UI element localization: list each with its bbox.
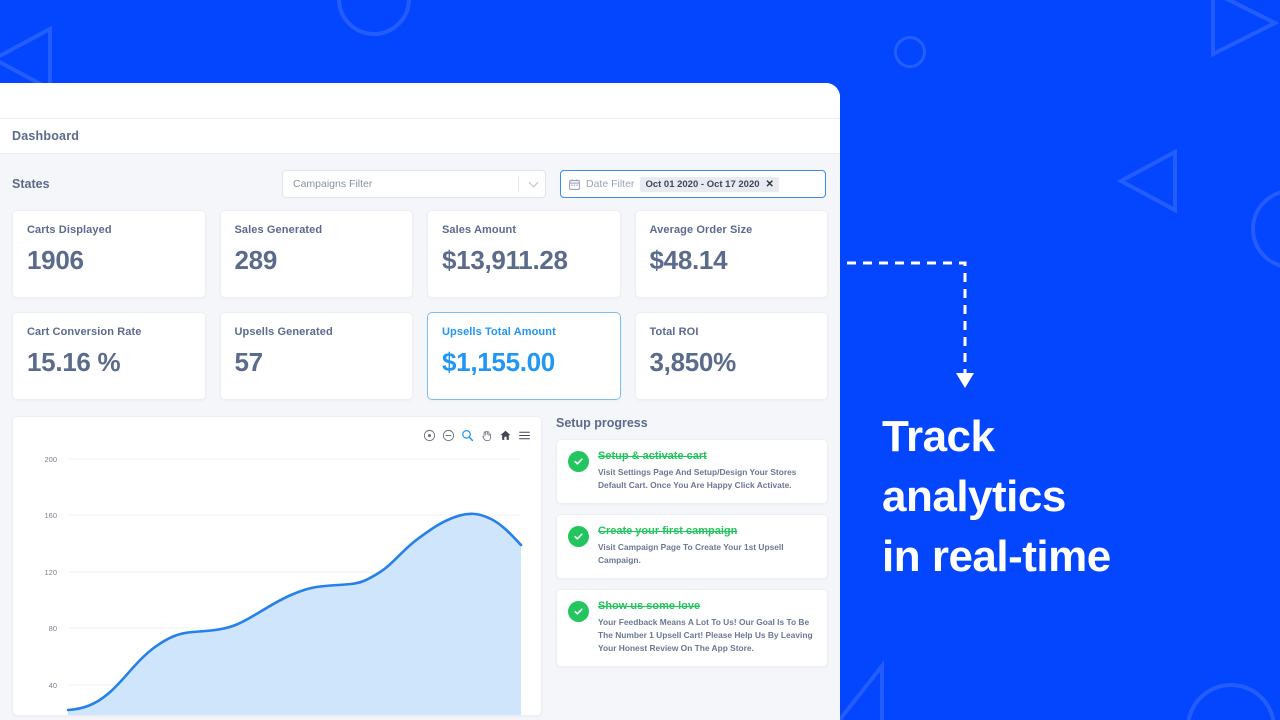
stat-card-title: Total ROI: [649, 326, 699, 338]
stat-card-total-roi[interactable]: Total ROI 3,850%: [634, 312, 828, 400]
stat-card-upsells-generated[interactable]: Upsells Generated 57: [219, 312, 413, 400]
setup-item-title: Create your first campaign: [598, 525, 738, 538]
chart-plot: 200 160 120 80 40: [44, 455, 523, 715]
pan-icon[interactable]: [480, 429, 493, 442]
stat-card-title: Sales Generated: [234, 224, 323, 236]
setup-item-activate-cart[interactable]: Setup & activate cart Visit Settings Pag…: [556, 439, 828, 505]
date-filter-label: Date Filter: [586, 178, 635, 190]
svg-text:40: 40: [49, 681, 57, 690]
stat-card-value: 1906: [27, 245, 84, 275]
stat-card-value: 15.16 %: [27, 347, 121, 377]
setup-item-description: Visit Settings Page And Setup/Design You…: [598, 467, 797, 491]
promo-panel: Track analytics in real-time: [840, 0, 1280, 720]
stat-card-carts-displayed[interactable]: Carts Displayed 1906: [12, 210, 206, 298]
close-icon[interactable]: ✕: [766, 179, 774, 190]
stat-card-title: Sales Amount: [442, 224, 517, 236]
stat-card-sales-generated[interactable]: Sales Generated 289: [219, 210, 413, 298]
app-window: Dashboard States Campaigns Filter Date F…: [0, 83, 840, 720]
setup-item-title: Show us some love: [598, 600, 701, 613]
reset-home-icon[interactable]: [499, 429, 512, 442]
setup-item-title: Setup & activate cart: [598, 450, 707, 462]
selection-zoom-icon[interactable]: [461, 429, 474, 442]
date-range-chip[interactable]: Oct 01 2020 - Oct 17 2020 ✕: [640, 176, 779, 192]
chart-toolbar[interactable]: [423, 429, 531, 442]
chart-y-axis-labels: 200 160 120 80 40: [44, 455, 57, 690]
setup-item-first-campaign[interactable]: Create your first campaign Visit Campaig…: [556, 514, 828, 580]
setup-item-leave-review[interactable]: Show us some love Your Feedback Means A …: [556, 589, 828, 668]
stats-grid: Carts Displayed 1906 Sales Generated 289…: [12, 210, 828, 400]
page-title: States: [12, 177, 50, 191]
breadcrumb: Dashboard: [12, 129, 80, 143]
breadcrumb-bar: Dashboard: [0, 118, 840, 154]
window-top-chrome: [0, 83, 840, 118]
filters-row: States Campaigns Filter Date Filter Oct …: [12, 154, 828, 204]
stat-card-title: Upsells Total Amount: [442, 326, 556, 338]
campaigns-filter-value: Campaigns Filter: [293, 178, 373, 190]
setup-progress-title: Setup progress: [556, 416, 648, 430]
promo-headline-line-3: in real-time: [882, 531, 1111, 581]
stat-card-average-order-size[interactable]: Average Order Size $48.14: [634, 210, 828, 298]
promo-headline-line-2: analytics: [882, 471, 1066, 521]
stat-card-cart-conversion-rate[interactable]: Cart Conversion Rate 15.16 %: [12, 312, 206, 400]
svg-text:200: 200: [44, 455, 57, 464]
zoom-out-icon[interactable]: [442, 429, 455, 442]
page-body: States Campaigns Filter Date Filter Oct …: [0, 154, 840, 720]
check-icon: [568, 451, 589, 472]
stat-card-sales-amount[interactable]: Sales Amount $13,911.28: [427, 210, 621, 298]
date-filter-field[interactable]: Date Filter Oct 01 2020 - Oct 17 2020 ✕: [560, 170, 826, 198]
calendar-icon: [569, 178, 580, 190]
stat-card-value: $13,911.28: [442, 245, 568, 275]
setup-item-description: Your Feedback Means A Lot To Us! Our Goa…: [598, 617, 813, 654]
setup-progress-panel: Setup progress Setup & activate cart Vis…: [556, 416, 828, 716]
stat-card-title: Cart Conversion Rate: [27, 326, 142, 338]
select-divider: [518, 176, 519, 192]
dashed-arrow-icon: [845, 255, 980, 395]
chart-area-fill: [68, 513, 521, 715]
stat-card-value: 3,850%: [649, 347, 737, 377]
date-range-value: Oct 01 2020 - Oct 17 2020: [645, 178, 760, 190]
circle-decor-top-left: [337, 0, 411, 36]
promo-headline-line-1: Track: [882, 412, 995, 461]
setup-item-description: Visit Campaign Page To Create Your 1st U…: [598, 542, 784, 566]
stat-card-upsells-total-amount[interactable]: Upsells Total Amount $1,155.00: [427, 312, 621, 400]
chevron-down-icon: [528, 177, 539, 188]
stat-card-value: $1,155.00: [442, 347, 555, 377]
stat-card-value: $48.14: [649, 245, 728, 275]
check-icon: [568, 526, 589, 548]
analytics-area-chart[interactable]: 200 160 120 80 40: [12, 416, 542, 716]
stat-card-value: 57: [234, 347, 264, 377]
stat-card-value: 289: [234, 245, 278, 275]
campaigns-filter-select[interactable]: Campaigns Filter: [282, 170, 546, 198]
lower-region: 200 160 120 80 40 Setup progress Setup &…: [12, 416, 828, 716]
stat-card-title: Carts Displayed: [27, 224, 112, 236]
menu-icon[interactable]: [518, 429, 531, 442]
zoom-in-icon[interactable]: [423, 429, 436, 442]
svg-text:120: 120: [44, 568, 57, 577]
promo-headline: Track analytics in real-time: [882, 407, 1262, 586]
stat-card-title: Average Order Size: [649, 224, 753, 236]
svg-text:80: 80: [49, 624, 57, 633]
stat-card-title: Upsells Generated: [234, 326, 333, 338]
svg-text:160: 160: [44, 511, 57, 520]
check-icon: [568, 601, 589, 623]
